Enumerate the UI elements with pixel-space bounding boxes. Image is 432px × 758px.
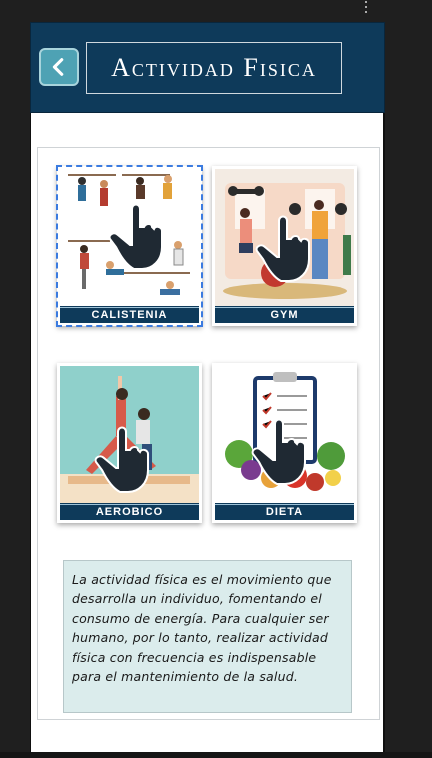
overflow-menu-icon[interactable] — [361, 0, 371, 16]
card-label: AEROBICO — [60, 503, 199, 520]
card-calistenia[interactable]: CALISTENIA — [56, 165, 203, 327]
back-button[interactable] — [39, 48, 79, 86]
calisthenics-illustration — [60, 169, 199, 306]
card-gym[interactable]: GYM — [212, 166, 357, 326]
chevron-left-icon — [52, 58, 64, 76]
card-aerobico[interactable]: AEROBICO — [57, 363, 202, 523]
card-dieta[interactable]: DIETA — [212, 363, 357, 523]
gym-illustration — [215, 169, 354, 306]
page-title: Actividad Fisica — [111, 53, 317, 82]
card-label: GYM — [215, 306, 354, 323]
page-title-box: Actividad Fisica — [86, 42, 342, 94]
description-text: La actividad física es el movimiento que… — [63, 560, 352, 713]
diet-illustration — [215, 366, 354, 503]
card-label: DIETA — [215, 503, 354, 520]
aerobic-illustration — [60, 366, 199, 503]
card-label: CALISTENIA — [60, 306, 199, 323]
system-bottom-bar — [0, 752, 432, 758]
